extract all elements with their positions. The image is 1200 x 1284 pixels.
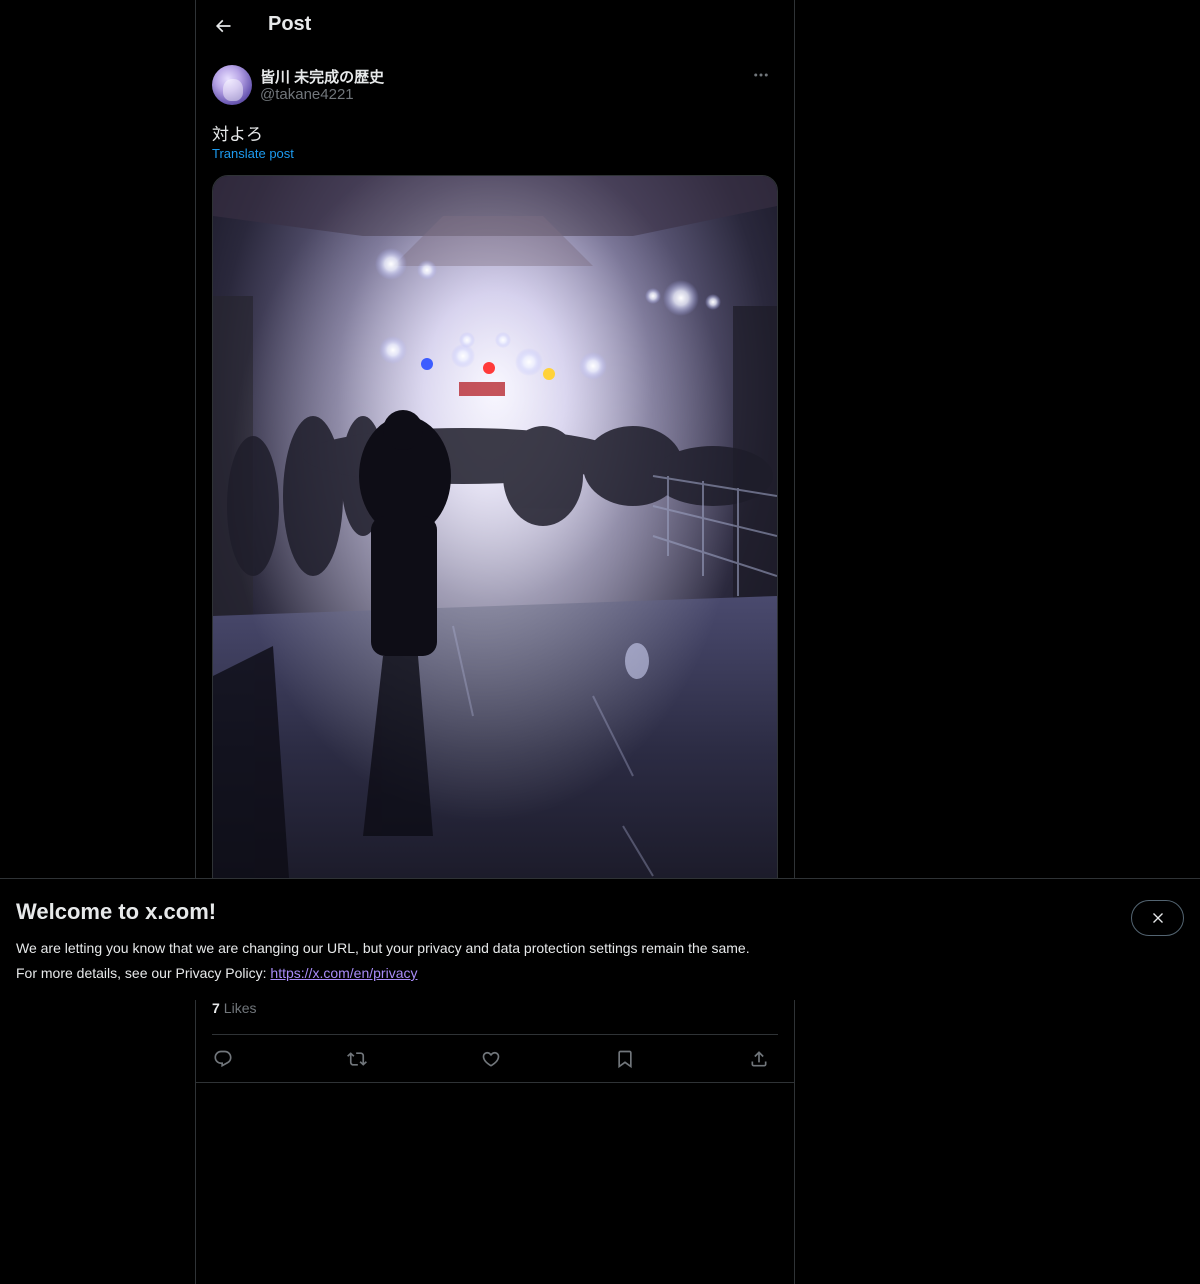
privacy-policy-link[interactable]: https://x.com/en/privacy xyxy=(270,965,417,981)
banner-line-2-prefix: For more details, see our Privacy Policy… xyxy=(16,965,271,981)
avatar[interactable] xyxy=(212,65,252,105)
likes-number: 7 xyxy=(212,1000,220,1016)
divider xyxy=(196,1082,794,1083)
likes-count[interactable]: 7 Likes xyxy=(212,1000,256,1016)
banner-title: Welcome to x.com! xyxy=(16,899,217,924)
share-icon xyxy=(749,1049,769,1069)
page-title: Post xyxy=(268,13,312,35)
close-icon xyxy=(1150,910,1166,926)
back-button[interactable] xyxy=(206,9,240,43)
primary-column: Post 皆川 未完成の歴史 @takane4221 対よろ Translate… xyxy=(195,0,795,1284)
reply-button[interactable] xyxy=(206,1042,240,1076)
post-actions xyxy=(212,1042,778,1076)
banner-line-1: We are letting you know that we are chan… xyxy=(16,940,750,956)
url-change-banner: Welcome to x.com! We are letting you kno… xyxy=(0,878,1200,1000)
reply-icon xyxy=(213,1049,233,1069)
translate-post-link[interactable]: Translate post xyxy=(212,146,294,161)
more-options-button[interactable] xyxy=(744,64,778,86)
share-button[interactable] xyxy=(742,1042,776,1076)
likes-label: Likes xyxy=(223,1000,257,1016)
post-text: 対よろ xyxy=(212,125,263,144)
arrow-left-icon xyxy=(213,16,233,36)
author-handle[interactable]: @takane4221 xyxy=(260,86,354,103)
heart-icon xyxy=(481,1049,501,1069)
banner-body: We are letting you know that we are chan… xyxy=(16,936,1096,986)
post-author: 皆川 未完成の歴史 @takane4221 xyxy=(212,64,778,106)
post-header: Post xyxy=(196,0,794,54)
divider xyxy=(212,1034,778,1035)
bookmark-button[interactable] xyxy=(608,1042,642,1076)
concert-photo xyxy=(213,176,777,936)
repost-button[interactable] xyxy=(340,1042,374,1076)
more-icon xyxy=(752,66,770,84)
repost-icon xyxy=(347,1049,367,1069)
banner-line-2: For more details, see our Privacy Policy… xyxy=(16,961,1096,986)
post-media-photo[interactable] xyxy=(212,175,778,937)
author-display-name[interactable]: 皆川 未完成の歴史 xyxy=(260,66,384,87)
bookmark-icon xyxy=(615,1049,635,1069)
like-button[interactable] xyxy=(474,1042,508,1076)
banner-close-button[interactable] xyxy=(1131,900,1184,936)
